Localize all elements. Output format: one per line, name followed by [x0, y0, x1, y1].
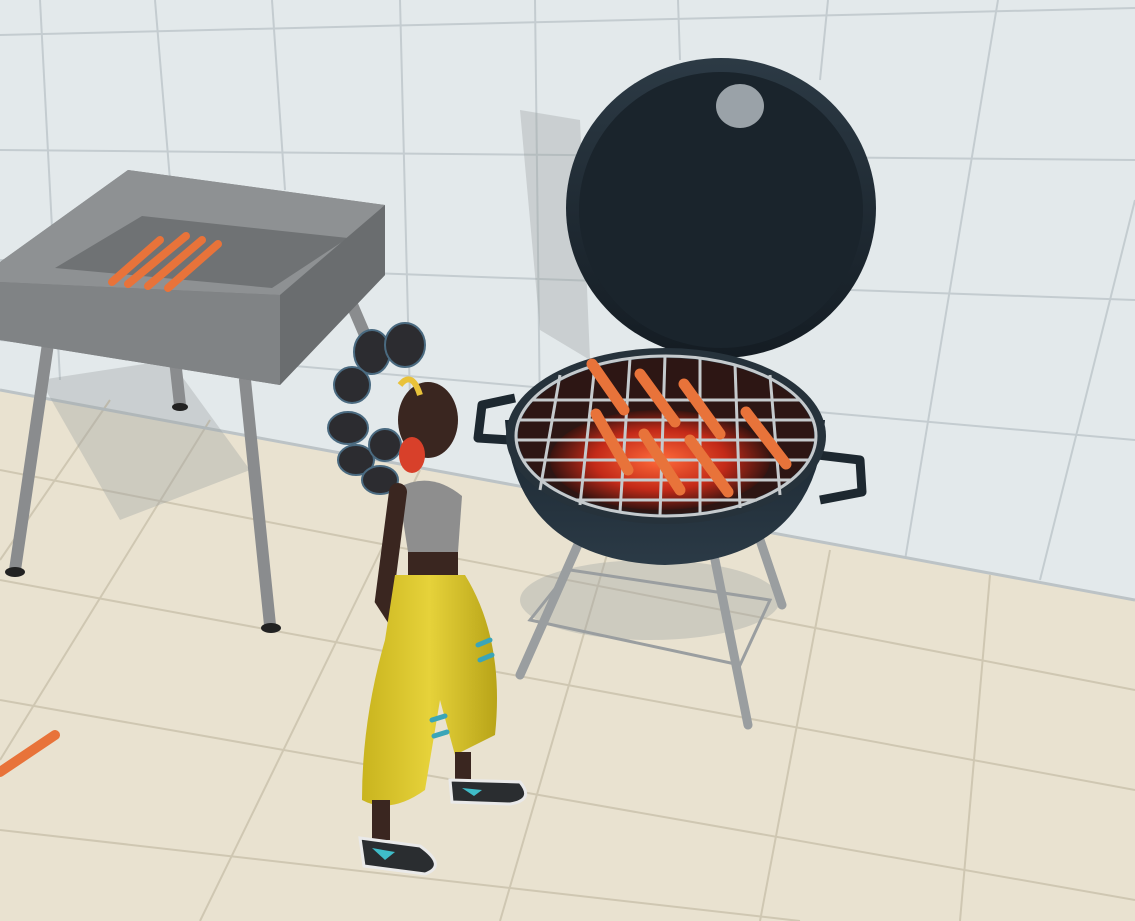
scene-canvas [0, 0, 1135, 921]
character-top [398, 480, 462, 556]
character-shoe [448, 778, 528, 806]
lid-vent[interactable] [716, 84, 764, 128]
game-viewport[interactable] [0, 0, 1135, 921]
headphones-icon [399, 437, 425, 473]
